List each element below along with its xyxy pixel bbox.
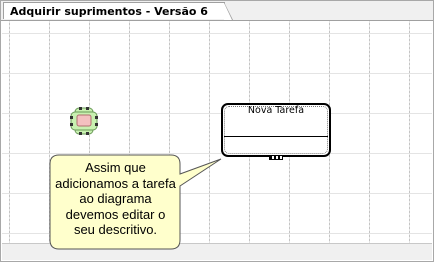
pool-element-icon — [70, 107, 98, 135]
connection-handle-icon[interactable] — [269, 155, 283, 160]
editor-window: Adquirir suprimentos - Versão 6 Nova Tar… — [0, 0, 434, 262]
start-element[interactable] — [69, 106, 99, 136]
tab-diagram[interactable]: Adquirir suprimentos - Versão 6 — [3, 2, 233, 20]
tab-label: Adquirir suprimentos - Versão 6 — [10, 5, 208, 18]
task-title: Nova Tarefa — [247, 105, 305, 116]
tab-strip: Adquirir suprimentos - Versão 6 — [1, 1, 433, 21]
callout-text: Assim que adicionamos a tarefa ao diagra… — [55, 160, 176, 237]
tooltip-callout: Assim que adicionamos a tarefa ao diagra… — [49, 154, 222, 250]
task-divider — [224, 136, 328, 137]
task-node[interactable]: Nova Tarefa — [221, 103, 331, 160]
